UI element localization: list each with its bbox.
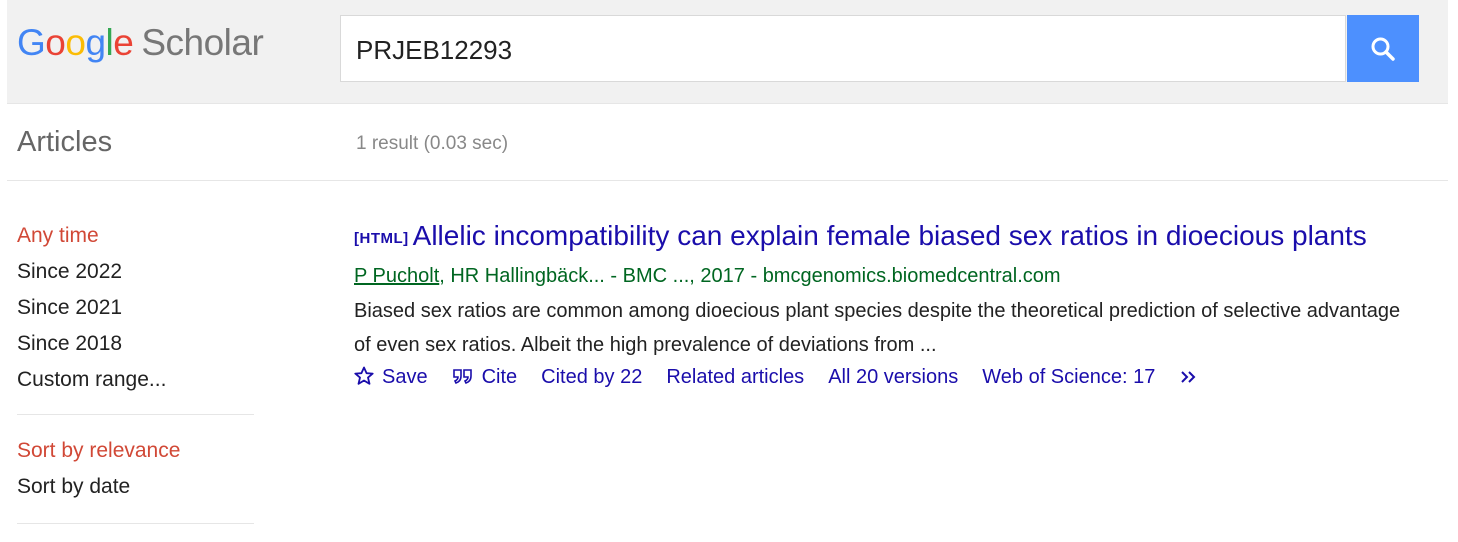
logo-letter: e — [113, 22, 134, 63]
search-input-value: PRJEB12293 — [356, 35, 513, 65]
save-button[interactable]: Save — [354, 366, 428, 389]
all-versions-link[interactable]: All 20 versions — [828, 366, 958, 389]
sort-by-relevance[interactable]: Sort by relevance — [17, 433, 254, 469]
authors-rest: , HR Hallingbäck... - BMC ..., 2017 - bm… — [439, 265, 1061, 287]
search-icon — [1371, 37, 1395, 61]
sidebar: Any time Since 2022 Since 2021 Since 201… — [17, 218, 254, 542]
more-button[interactable] — [1179, 366, 1199, 389]
result-snippet: Biased sex ratios are common among dioec… — [354, 300, 1401, 356]
result-authors: P Pucholt, HR Hallingbäck... - BMC ..., … — [354, 262, 1404, 290]
quote-icon — [452, 369, 472, 384]
results-subheader: Articles 1 result (0.03 sec) — [7, 104, 1448, 181]
web-of-science-link[interactable]: Web of Science: 17 — [982, 366, 1155, 389]
cite-label: Cite — [481, 366, 518, 388]
double-chevron-right-icon — [1181, 371, 1196, 383]
save-label: Save — [382, 366, 428, 388]
section-title[interactable]: Articles — [17, 126, 112, 159]
time-filter-2021[interactable]: Since 2021 — [17, 290, 254, 326]
sidebar-divider — [17, 523, 254, 524]
result-actions: Save Cite Cited by 22 Related articles A… — [354, 366, 1404, 389]
header-bar: Google Scholar PRJEB12293 — [7, 0, 1448, 104]
cited-by-link[interactable]: Cited by 22 — [541, 366, 642, 389]
result-type-tag: [HTML] — [354, 230, 409, 247]
time-filter-2022[interactable]: Since 2022 — [17, 254, 254, 290]
logo-letter: G — [17, 22, 46, 63]
logo-letter: o — [65, 22, 86, 63]
logo-letter: g — [85, 22, 106, 63]
cite-button[interactable]: Cite — [452, 366, 518, 389]
search-input[interactable]: PRJEB12293 — [340, 15, 1346, 82]
sidebar-divider — [17, 414, 254, 415]
result-title: Allelic incompatibility can explain fema… — [412, 220, 1367, 251]
time-filter-2018[interactable]: Since 2018 — [17, 326, 254, 362]
sort-by-date[interactable]: Sort by date — [17, 469, 254, 505]
google-scholar-logo[interactable]: Google Scholar — [17, 22, 264, 64]
result-title-link[interactable]: [HTML] Allelic incompatibility can explai… — [354, 218, 1404, 257]
related-articles-link[interactable]: Related articles — [666, 366, 804, 389]
logo-letter: o — [45, 22, 66, 63]
star-icon — [354, 366, 374, 385]
time-filter-custom[interactable]: Custom range... — [17, 362, 254, 398]
search-button[interactable] — [1347, 15, 1419, 82]
logo-scholar-text: Scholar — [141, 22, 264, 63]
time-filter-any[interactable]: Any time — [17, 218, 254, 254]
author-link[interactable]: P Pucholt — [354, 265, 439, 287]
search-result: [HTML] Allelic incompatibility can explai… — [354, 218, 1404, 389]
result-count: 1 result (0.03 sec) — [356, 133, 509, 154]
